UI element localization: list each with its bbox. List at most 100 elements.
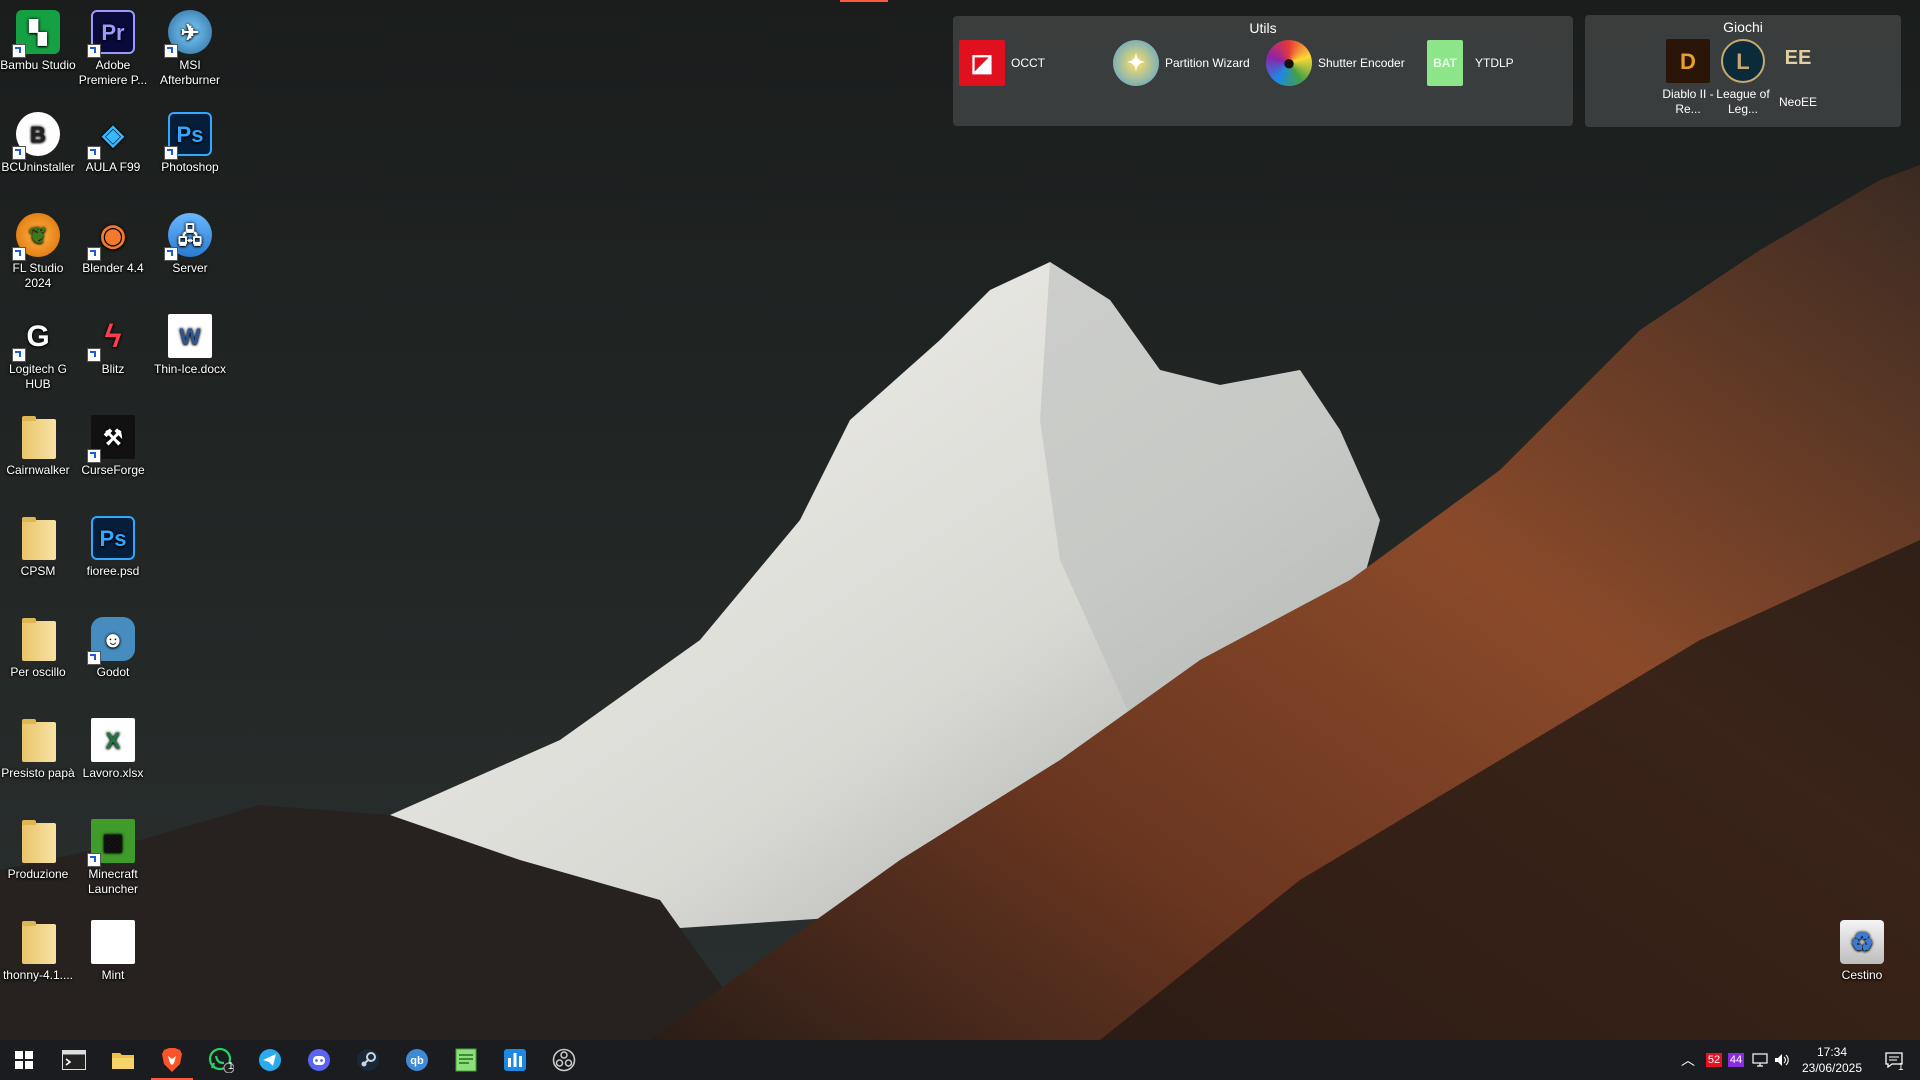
desktop-icon-label: FL Studio 2024 (12, 261, 64, 290)
aula-icon: ◈ (87, 110, 137, 160)
start-button[interactable] (0, 1040, 48, 1080)
taskbar-steam[interactable] (344, 1040, 392, 1080)
logitech-icon: G (12, 312, 62, 362)
desktop-icon-godot[interactable]: ☻ Godot (73, 611, 153, 707)
blank-file-icon (89, 918, 137, 966)
fence-item-occt[interactable]: ◪ OCCT (959, 40, 1045, 86)
desktop-icon-label: BCUninstaller (1, 160, 75, 174)
taskbar-whatsapp[interactable]: 1 (197, 1040, 245, 1080)
taskbar-terminal[interactable] (50, 1040, 98, 1080)
tray-network[interactable] (1750, 1040, 1770, 1080)
desktop-icon-lavoro-xlsx[interactable]: X Lavoro.xlsx (73, 712, 153, 808)
desktop-icon-label: thonny-4.1.... (2, 968, 74, 982)
desktop-icon-label: Godot (96, 665, 130, 679)
desktop-icon-aula-f99[interactable]: ◈ AULA F99 (73, 106, 153, 202)
desktop-icon-fioree-psd[interactable]: Ps fioree.psd (73, 510, 153, 606)
svg-text:qb: qb (410, 1055, 424, 1067)
desktop-icon-label: Server (172, 261, 208, 275)
terminal-icon (62, 1050, 86, 1070)
desktop-icon-blitz[interactable]: ϟ Blitz (73, 308, 153, 404)
taskbar-telegram[interactable] (246, 1040, 294, 1080)
desktop-icon-thonny[interactable]: thonny-4.1.... (0, 914, 78, 1010)
tray-cpu-temp[interactable]: 52 (1704, 1040, 1724, 1080)
fence-item-diablo[interactable]: D Diablo II - Re... (1661, 39, 1715, 117)
desktop-icon-label: Adobe Premiere P... (78, 58, 148, 87)
windows-icon (15, 1051, 33, 1069)
fence-item-ytdlp[interactable]: BAT YTDLP (1423, 40, 1514, 86)
taskbar-file-explorer[interactable] (99, 1040, 147, 1080)
fence-item-label: Diablo II - Re... (1662, 87, 1714, 116)
desktop-icon-premiere[interactable]: Pr Adobe Premiere P... (73, 4, 153, 100)
fence-giochi[interactable]: Giochi D Diablo II - Re... L League of L… (1585, 15, 1901, 127)
desktop-icon-logitech[interactable]: G Logitech G HUB (0, 308, 78, 404)
taskbar-clock[interactable]: 17:34 23/06/2025 (1792, 1044, 1872, 1076)
folder-icon (14, 615, 62, 663)
desktop-icon-cpsm[interactable]: CPSM (0, 510, 78, 606)
desktop-icon-per-oscillo[interactable]: Per oscillo (0, 611, 78, 707)
fl-studio-icon: ❦ (12, 211, 62, 261)
desktop-icon-minecraft[interactable]: ▩ Minecraft Launcher (73, 813, 153, 909)
desktop-icon-label: fioree.psd (86, 564, 140, 578)
desktop-icon-cairnwalker[interactable]: Cairnwalker (0, 409, 78, 505)
desktop-icon-label: Cestino (1841, 968, 1883, 982)
folder-icon (14, 514, 62, 562)
desktop-icon-label: Lavoro.xlsx (82, 766, 144, 780)
desktop-icon-server[interactable]: 🖧 Server (150, 207, 230, 303)
desktop-icon-label: CPSM (20, 564, 56, 578)
desktop-icon-label: Minecraft Launcher (87, 867, 139, 896)
tray-volume[interactable] (1772, 1040, 1792, 1080)
fence-title: Giochi (1723, 19, 1763, 35)
desktop-icon-curseforge[interactable]: ⚒ CurseForge (73, 409, 153, 505)
taskbar-qbittorrent[interactable]: qb (393, 1040, 441, 1080)
desktop-icon-label: Bambu Studio (0, 58, 76, 72)
action-center-button[interactable]: 1 (1874, 1040, 1914, 1080)
desktop-icon-fl-studio[interactable]: ❦ FL Studio 2024 (0, 207, 78, 303)
photoshop-icon: Ps (164, 110, 214, 160)
desktop-icon-produzione[interactable]: Produzione (0, 813, 78, 909)
fence-item-league[interactable]: L League of Leg... (1716, 39, 1770, 117)
fence-item-label: YTDLP (1475, 56, 1514, 70)
desktop-icon-label: Cairnwalker (6, 463, 70, 477)
folder-icon (14, 413, 62, 461)
obs-icon (552, 1048, 576, 1072)
taskbar-obs[interactable] (540, 1040, 588, 1080)
cpu-temp-badge: 52 (1705, 1053, 1723, 1067)
taskbar-discord[interactable] (295, 1040, 343, 1080)
whatsapp-badge: 1 (228, 1061, 234, 1072)
bcuninstaller-icon: B (12, 110, 62, 160)
desktop-icon-thin-ice-docx[interactable]: W Thin-Ice.docx (150, 308, 230, 404)
network-icon (1752, 1053, 1768, 1067)
tray-overflow-button[interactable]: ︿ (1678, 1040, 1698, 1080)
fence-item-shutter-encoder[interactable]: ● Shutter Encoder (1266, 40, 1405, 86)
folder-icon (14, 716, 62, 764)
bambu-studio-icon: ▚ (12, 8, 62, 58)
diablo-icon: D (1666, 39, 1710, 83)
fence-item-neoee[interactable]: EE NeoEE (1771, 39, 1825, 110)
tray-gpu-temp[interactable]: 44 (1726, 1040, 1746, 1080)
desktop-icon-mint[interactable]: Mint (73, 914, 153, 1010)
taskbar-brave[interactable] (148, 1040, 196, 1080)
desktop-icon-msi-afterburner[interactable]: ✈ MSI Afterburner (150, 4, 230, 100)
fence-utils[interactable]: Utils ◪ OCCT ✦ Partition Wizard ● Shutte… (953, 16, 1573, 126)
desktop: ▚ Bambu Studio Pr Adobe Premiere P... ✈ … (0, 0, 1920, 1040)
mountain-wallpaper (0, 0, 1920, 1040)
chevron-up-icon: ︿ (1681, 1052, 1695, 1068)
desktop-icon-bambu-studio[interactable]: ▚ Bambu Studio (0, 4, 78, 100)
desktop-icon-bcuninstaller[interactable]: B BCUninstaller (0, 106, 78, 202)
telegram-icon (259, 1049, 281, 1071)
blitz-icon: ϟ (87, 312, 137, 362)
fence-item-partition-wizard[interactable]: ✦ Partition Wizard (1113, 40, 1250, 86)
desktop-icon-blender[interactable]: ◉ Blender 4.4 (73, 207, 153, 303)
taskbar-chart-app[interactable] (491, 1040, 539, 1080)
taskbar-notepad[interactable] (442, 1040, 490, 1080)
top-accent-bar (840, 0, 888, 2)
desktop-icon-label: AULA F99 (85, 160, 141, 174)
desktop-icon-photoshop[interactable]: Ps Photoshop (150, 106, 230, 202)
word-doc-icon: W (166, 312, 214, 360)
desktop-icon-label: Logitech G HUB (8, 362, 68, 391)
shutter-encoder-icon: ● (1266, 40, 1312, 86)
partition-wizard-icon: ✦ (1113, 40, 1159, 86)
desktop-icon-presisto-papa[interactable]: Presisto papà (0, 712, 78, 808)
desktop-icon-recycle-bin[interactable]: ♻ Cestino (1822, 914, 1902, 1010)
excel-file-icon: X (89, 716, 137, 764)
